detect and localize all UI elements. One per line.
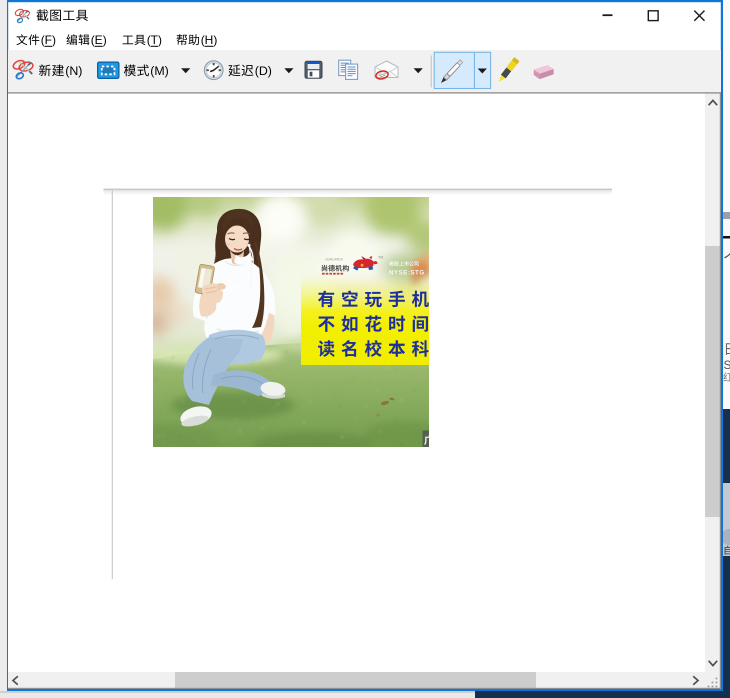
- svg-text:NYSE:STG: NYSE:STG: [389, 270, 425, 277]
- svg-text:(D): (D): [255, 64, 272, 78]
- svg-text:S: S: [724, 358, 730, 372]
- svg-text:TM: TM: [378, 256, 383, 260]
- svg-text:(E): (E): [91, 33, 107, 47]
- svg-text:红: 红: [723, 371, 730, 384]
- svg-text:(H): (H): [201, 33, 218, 47]
- svg-text:(M): (M): [150, 64, 169, 78]
- svg-text:SUNLANDS: SUNLANDS: [326, 258, 343, 262]
- svg-text:(N): (N): [65, 64, 82, 78]
- svg-text:(T): (T): [147, 33, 162, 47]
- svg-text:(F): (F): [41, 33, 56, 47]
